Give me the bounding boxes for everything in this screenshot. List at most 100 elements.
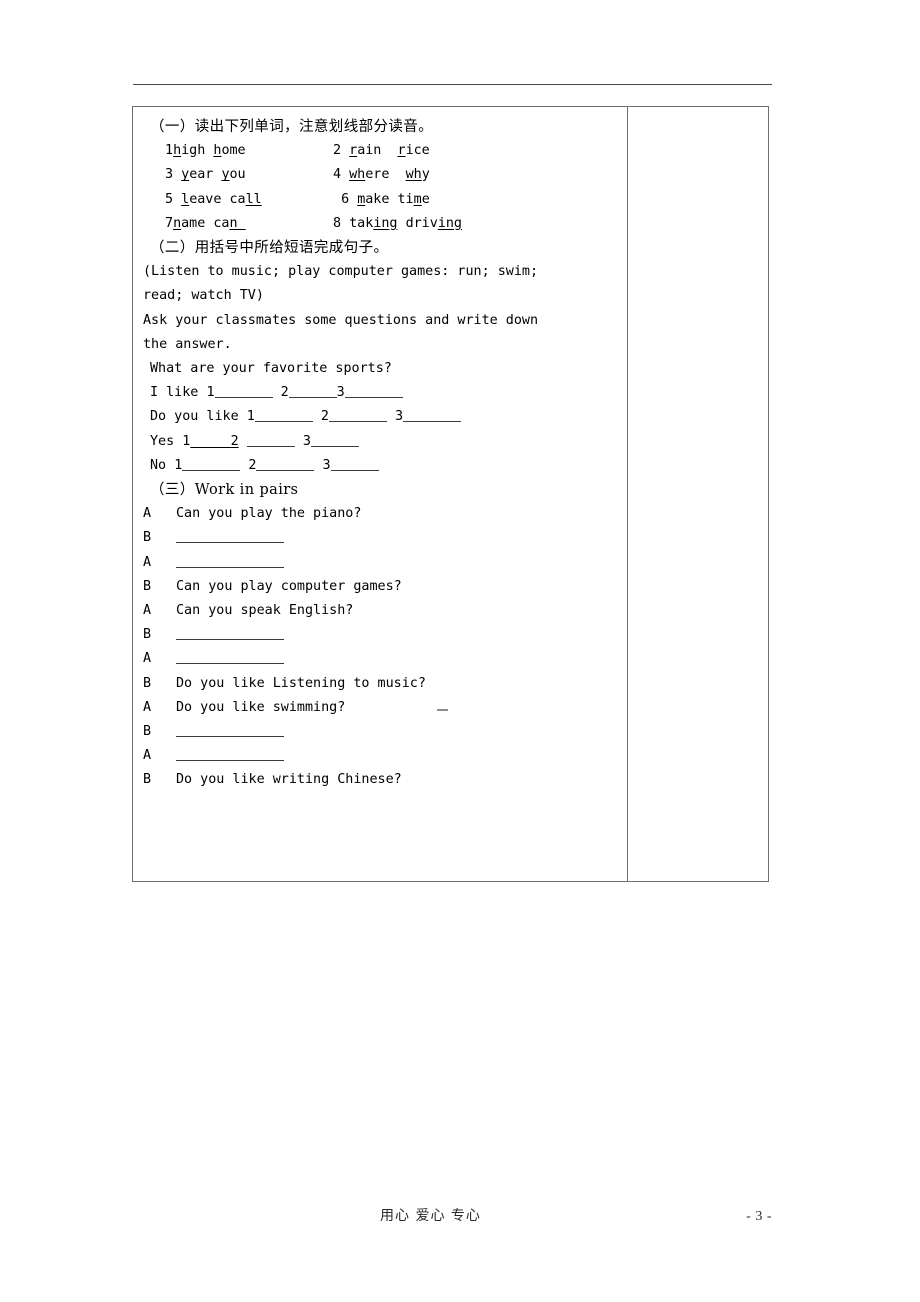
dialogue-text	[176, 526, 621, 550]
answer-blank[interactable]	[254, 421, 313, 423]
answer-blank[interactable]	[330, 469, 379, 471]
answer-blank[interactable]	[328, 421, 387, 423]
speaker-label: B	[143, 724, 152, 740]
answer-blank[interactable]	[214, 397, 273, 399]
answer-blank[interactable]	[246, 445, 295, 447]
underlined-letters: n	[173, 215, 182, 231]
dialogue-blank[interactable]	[176, 663, 284, 665]
word-pair-left: 1high home	[165, 139, 333, 163]
dialogue-text: Can you speak English?	[176, 603, 354, 619]
speaker-label: B	[143, 772, 152, 788]
word-row: 5 leave call 6 make time	[143, 188, 621, 212]
item-number: 2	[333, 143, 342, 159]
favorite-sports-question: What are your favorite sports?	[150, 361, 392, 377]
underlined-letters: m	[413, 191, 422, 207]
word-pair-right: 4 where why	[333, 163, 533, 187]
word-prefix: ca	[229, 191, 246, 207]
dialogue-blank[interactable]	[176, 639, 284, 641]
dialogue-blank[interactable]	[176, 760, 284, 762]
answer-blank[interactable]	[182, 469, 241, 471]
answer-label: No	[150, 457, 175, 473]
answer-label: Do you like	[150, 409, 247, 425]
underlined-letters: ing	[373, 215, 398, 231]
section-two-heading: （二）用括号中所给短语完成句子。	[150, 240, 389, 257]
speaker-label: A	[143, 554, 152, 570]
stray-ink-mark	[437, 709, 448, 711]
dialogue-text	[176, 720, 621, 744]
dialogue-row: B Can you play computer games?	[143, 575, 621, 599]
dialogue-text: Can you play computer games?	[176, 578, 402, 594]
word-remainder: eave	[189, 191, 222, 207]
answer-blank[interactable]	[288, 397, 337, 399]
underlined-letters: wh	[405, 167, 422, 183]
word-row: 3 year you 4 where why	[143, 163, 621, 187]
footer-page-number: - 3 -	[746, 1209, 772, 1224]
speaker-label: A	[143, 603, 152, 619]
word-remainder: y	[421, 167, 430, 183]
word-remainder: ake	[365, 191, 390, 207]
dialogue-blank[interactable]	[176, 736, 284, 738]
item-number: 5	[165, 191, 174, 207]
dialogue-text	[176, 551, 621, 575]
speaker-label: B	[143, 675, 152, 691]
item-number: 6	[341, 191, 350, 207]
underlined-letters: h	[173, 143, 182, 159]
dialogue-text: Do you like swimming?	[176, 699, 346, 715]
instruction-line-2: the answer.	[143, 336, 232, 352]
footer-motto: 用心 爱心 专心	[380, 1208, 481, 1224]
dialogue-blank[interactable]	[176, 566, 284, 568]
worksheet-notes-cell	[628, 107, 768, 881]
word-pair-left: 5 leave call	[165, 188, 333, 212]
answer-blank[interactable]	[403, 421, 462, 423]
speaker-label: B	[143, 578, 152, 594]
word-bank-line-1: (Listen to music; play computer games: r…	[143, 264, 539, 280]
section-three-heading: （三）Work in pairs	[150, 482, 299, 499]
item-number: 1	[165, 143, 174, 159]
dialogue-row: B	[143, 623, 621, 647]
speaker-label: A	[143, 748, 152, 764]
worksheet-content-cell: （一）读出下列单词，注意划线部分读音。 1high home 2 rain ri…	[133, 107, 627, 881]
answer-blank[interactable]	[344, 397, 403, 399]
dialogue-text: Can you play the piano?	[176, 506, 362, 522]
underlined-letters: r	[397, 143, 406, 159]
dialogue-row: A Do you like swimming?	[143, 696, 621, 720]
word-bank-line-2: read; watch TV)	[143, 288, 264, 304]
word-remainder: ame	[181, 215, 206, 231]
underlined-letters: ing	[437, 215, 462, 231]
dialogue-row: A	[143, 647, 621, 671]
worksheet-table: （一）读出下列单词，注意划线部分读音。 1high home 2 rain ri…	[132, 106, 769, 882]
word-remainder: ice	[405, 143, 430, 159]
dialogue-text	[176, 647, 621, 671]
section-one-heading: （一）读出下列单词，注意划线部分读音。	[150, 119, 434, 135]
blank-number: 2	[230, 433, 239, 449]
dialogue-text: Do you like Listening to music?	[176, 675, 426, 691]
blank-number: 2	[248, 457, 257, 473]
answer-blank[interactable]	[310, 445, 359, 447]
answer-row-yes: Yes 1 2 3	[143, 430, 621, 454]
dialogue-row: B Do you like writing Chinese?	[143, 768, 621, 792]
word-remainder: ere	[365, 167, 390, 183]
blank-number: 2	[320, 409, 329, 425]
instruction-line-1: Ask your classmates some questions and w…	[143, 312, 539, 328]
item-number: 4	[333, 167, 342, 183]
dialogue-row: A	[143, 744, 621, 768]
dialogue-blank[interactable]	[176, 542, 284, 544]
answer-row-do-you-like: Do you like 1 2 3	[143, 405, 621, 429]
word-pair-right: 2 rain rice	[333, 139, 533, 163]
underlined-letters: y	[221, 167, 230, 183]
underlined-letters: l	[181, 191, 190, 207]
answer-blank[interactable]	[256, 469, 315, 471]
speaker-label: B	[143, 627, 152, 643]
page-footer: 用心 爱心 专心 - 3 -	[133, 1205, 772, 1225]
blank-number: 3	[302, 433, 311, 449]
answer-blank[interactable]	[190, 434, 230, 449]
underlined-letters: y	[181, 167, 190, 183]
dialogue-row: B	[143, 720, 621, 744]
word-pair-left: 3 year you	[165, 163, 333, 187]
page-header-rule	[133, 84, 772, 85]
dialogue-row: A Can you play the piano?	[143, 502, 621, 526]
item-number: 7	[165, 215, 174, 231]
dialogue-row: A Can you speak English?	[143, 599, 621, 623]
speaker-label: A	[143, 699, 152, 715]
dialogue-text	[176, 744, 621, 768]
